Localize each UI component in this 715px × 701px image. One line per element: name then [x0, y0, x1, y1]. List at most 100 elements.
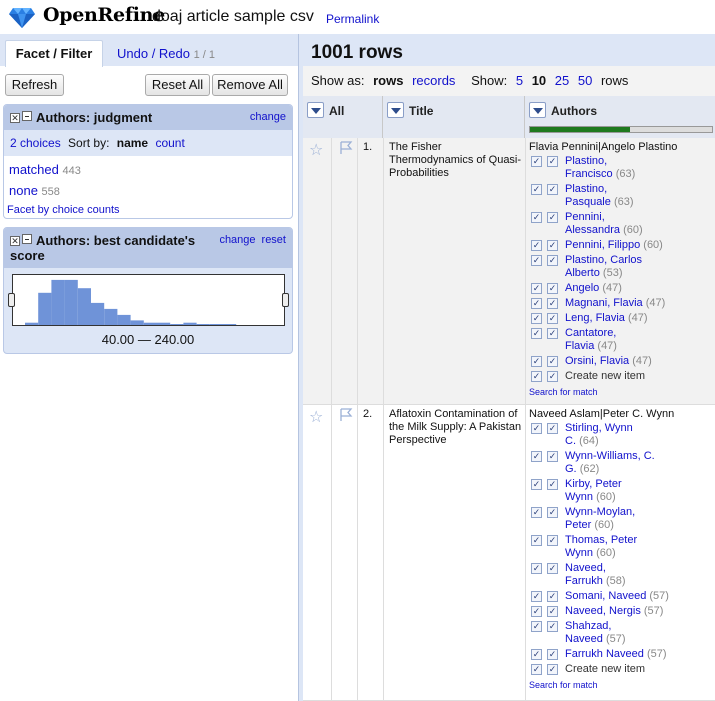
candidate-name-link[interactable]: Magnani, Flavia [565, 297, 643, 309]
page-size-10[interactable]: 10 [532, 73, 546, 88]
permalink-link[interactable]: Permalink [326, 12, 379, 26]
facet-choice-item[interactable]: matched 443 [9, 160, 292, 181]
candidate-name-link[interactable]: Alessandra [565, 224, 620, 236]
authors-cell[interactable]: Naveed Aslam|Peter C. Wynn ✓ ✓ Stirling, Wy… [529, 408, 715, 690]
show-as-rows[interactable]: rows [373, 73, 403, 88]
match-all-similar-icon[interactable]: ✓ [547, 212, 558, 223]
match-this-cell-icon[interactable]: ✓ [531, 423, 542, 434]
candidate-name-link[interactable]: Plastino, [565, 155, 607, 167]
match-this-cell-icon[interactable]: ✓ [531, 298, 542, 309]
create-new-this-cell-icon[interactable]: ✓ [531, 664, 542, 675]
openrefine-diamond-icon[interactable] [9, 6, 35, 28]
match-all-similar-icon[interactable]: ✓ [547, 423, 558, 434]
candidate-name-link[interactable]: Wynn [565, 491, 593, 503]
match-all-similar-icon[interactable]: ✓ [547, 563, 558, 574]
match-this-cell-icon[interactable]: ✓ [531, 606, 542, 617]
flag-icon[interactable] [338, 141, 354, 155]
facet-change-link[interactable]: change [219, 234, 255, 246]
match-all-similar-icon[interactable]: ✓ [547, 298, 558, 309]
match-this-cell-icon[interactable]: ✓ [531, 356, 542, 367]
candidate-name-link[interactable]: Wynn-Williams, C. [565, 450, 655, 462]
search-for-match-link[interactable]: Search for match [529, 680, 598, 690]
match-all-similar-icon[interactable]: ✓ [547, 313, 558, 324]
create-new-this-cell-icon[interactable]: ✓ [531, 371, 542, 382]
match-this-cell-icon[interactable]: ✓ [531, 255, 542, 266]
search-for-match-link[interactable]: Search for match [529, 387, 598, 397]
range-handle-left[interactable] [8, 293, 15, 307]
candidate-name-link[interactable]: Cantatore, [565, 327, 616, 339]
candidate-name-link[interactable]: G. [565, 463, 577, 475]
match-this-cell-icon[interactable]: ✓ [531, 621, 542, 632]
match-all-similar-icon[interactable]: ✓ [547, 507, 558, 518]
candidate-name-link[interactable]: Flavia [565, 340, 594, 352]
candidate-name-link[interactable]: Naveed [565, 633, 603, 645]
candidate-name-link[interactable]: Leng, Flavia [565, 312, 625, 324]
match-this-cell-icon[interactable]: ✓ [531, 563, 542, 574]
match-this-cell-icon[interactable]: ✓ [531, 479, 542, 490]
create-new-all-similar-icon[interactable]: ✓ [547, 371, 558, 382]
candidate-name-link[interactable]: Angelo [565, 282, 599, 294]
match-this-cell-icon[interactable]: ✓ [531, 212, 542, 223]
candidate-name-link[interactable]: Thomas, Peter [565, 534, 637, 546]
remove-all-button[interactable]: Remove All [212, 74, 288, 96]
flag-icon[interactable] [338, 408, 354, 422]
facet-choice-item[interactable]: none 558 [9, 181, 292, 202]
sort-by-count-link[interactable]: count [155, 136, 184, 150]
page-size-25[interactable]: 25 [555, 73, 569, 88]
match-all-similar-icon[interactable]: ✓ [547, 328, 558, 339]
candidate-name-link[interactable]: Alberto [565, 267, 600, 279]
candidate-name-link[interactable]: C. [565, 435, 576, 447]
match-all-similar-icon[interactable]: ✓ [547, 535, 558, 546]
match-all-similar-icon[interactable]: ✓ [547, 591, 558, 602]
candidate-name-link[interactable]: Kirby, Peter [565, 478, 622, 490]
match-all-similar-icon[interactable]: ✓ [547, 184, 558, 195]
candidate-name-link[interactable]: Francisco [565, 168, 613, 180]
match-this-cell-icon[interactable]: ✓ [531, 184, 542, 195]
match-all-similar-icon[interactable]: ✓ [547, 283, 558, 294]
match-this-cell-icon[interactable]: ✓ [531, 507, 542, 518]
choice-label[interactable]: none [9, 183, 38, 198]
range-handle-right[interactable] [282, 293, 289, 307]
match-all-similar-icon[interactable]: ✓ [547, 451, 558, 462]
candidate-name-link[interactable]: Farrukh Naveed [565, 648, 644, 660]
match-this-cell-icon[interactable]: ✓ [531, 240, 542, 251]
match-all-similar-icon[interactable]: ✓ [547, 649, 558, 660]
close-icon[interactable]: ✕ [10, 236, 20, 246]
choice-label[interactable]: matched [9, 162, 59, 177]
match-all-similar-icon[interactable]: ✓ [547, 255, 558, 266]
star-icon[interactable]: ☆ [309, 407, 323, 427]
candidate-name-link[interactable]: Peter [565, 519, 591, 531]
facet-by-choice-counts-link[interactable]: Facet by choice counts [4, 202, 292, 216]
match-all-similar-icon[interactable]: ✓ [547, 621, 558, 632]
match-this-cell-icon[interactable]: ✓ [531, 649, 542, 660]
candidate-name-link[interactable]: Pennini, Filippo [565, 239, 640, 251]
sort-by-name[interactable]: name [117, 136, 148, 150]
minimize-icon[interactable] [22, 234, 32, 244]
minimize-icon[interactable] [22, 111, 32, 121]
facet-change-link[interactable]: change [250, 111, 286, 123]
column-menu-all-icon[interactable] [307, 102, 324, 118]
show-as-records-link[interactable]: records [412, 73, 455, 88]
candidate-name-link[interactable]: Orsini, Flavia [565, 355, 629, 367]
tab-facet-filter[interactable]: Facet / Filter [5, 40, 103, 67]
close-icon[interactable]: ✕ [10, 113, 20, 123]
match-this-cell-icon[interactable]: ✓ [531, 535, 542, 546]
choices-count-link[interactable]: 2 choices [10, 136, 61, 150]
match-this-cell-icon[interactable]: ✓ [531, 156, 542, 167]
candidate-name-link[interactable]: Wynn [565, 547, 593, 559]
match-all-similar-icon[interactable]: ✓ [547, 156, 558, 167]
match-this-cell-icon[interactable]: ✓ [531, 313, 542, 324]
refresh-button[interactable]: Refresh [5, 74, 64, 96]
match-this-cell-icon[interactable]: ✓ [531, 591, 542, 602]
candidate-name-link[interactable]: Shahzad, [565, 620, 611, 632]
match-this-cell-icon[interactable]: ✓ [531, 451, 542, 462]
candidate-name-link[interactable]: Plastino, Carlos [565, 254, 642, 266]
title-cell[interactable]: Aflatoxin Contamination of the Milk Supp… [389, 408, 523, 447]
column-menu-title-icon[interactable] [387, 102, 404, 118]
match-all-similar-icon[interactable]: ✓ [547, 240, 558, 251]
match-this-cell-icon[interactable]: ✓ [531, 283, 542, 294]
candidate-name-link[interactable]: Stirling, Wynn [565, 422, 633, 434]
candidate-name-link[interactable]: Wynn-Moylan, [565, 506, 635, 518]
match-all-similar-icon[interactable]: ✓ [547, 606, 558, 617]
candidate-name-link[interactable]: Naveed, Nergis [565, 605, 641, 617]
